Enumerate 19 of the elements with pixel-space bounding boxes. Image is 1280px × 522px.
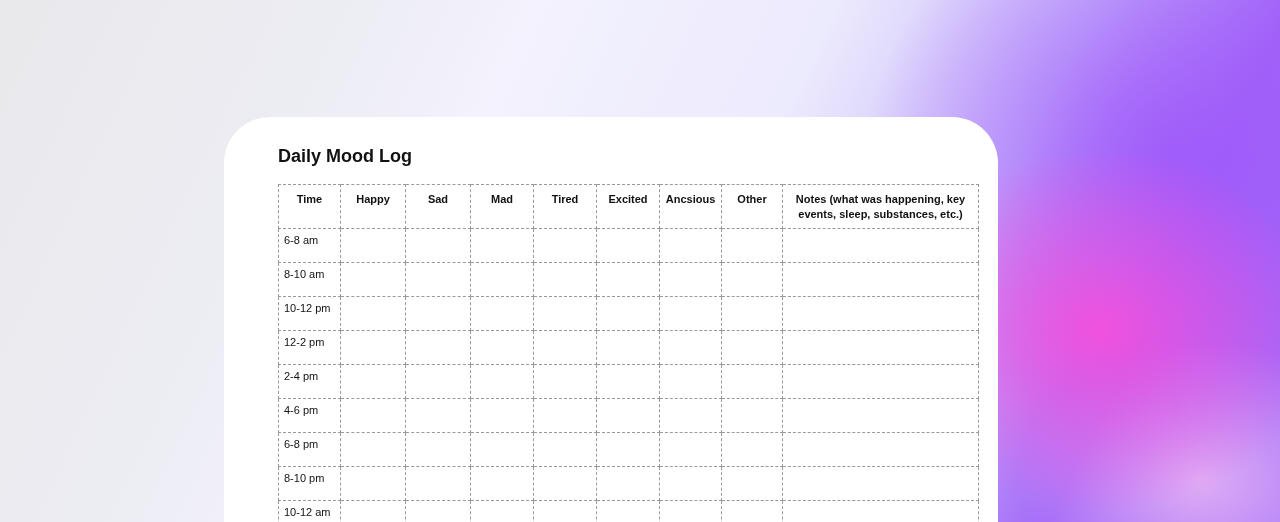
- column-header: Sad: [405, 184, 471, 229]
- time-label: 10-12 pm: [284, 301, 331, 314]
- column-header: Excited: [596, 184, 660, 229]
- document-title: Daily Mood Log: [278, 146, 413, 167]
- time-label: 12-2 pm: [284, 335, 325, 348]
- column-header: Happy: [340, 184, 406, 229]
- time-label: 6-8 pm: [284, 437, 319, 450]
- time-label: 2-4 pm: [284, 369, 319, 382]
- time-label: 6-8 am: [284, 233, 319, 246]
- column-header: Mad: [470, 184, 534, 229]
- time-label: 4-6 pm: [284, 403, 319, 416]
- time-label: 8-10 pm: [284, 471, 325, 484]
- column-header: Ancsious: [659, 184, 722, 229]
- time-label: 10-12 am: [284, 505, 331, 518]
- time-label: 8-10 am: [284, 267, 325, 280]
- column-header: Other: [721, 184, 783, 229]
- column-header: Tired: [533, 184, 597, 229]
- column-header: Time: [278, 184, 341, 229]
- column-header: Notes (what was happening, key events, sleep, substances, etc.): [782, 184, 979, 229]
